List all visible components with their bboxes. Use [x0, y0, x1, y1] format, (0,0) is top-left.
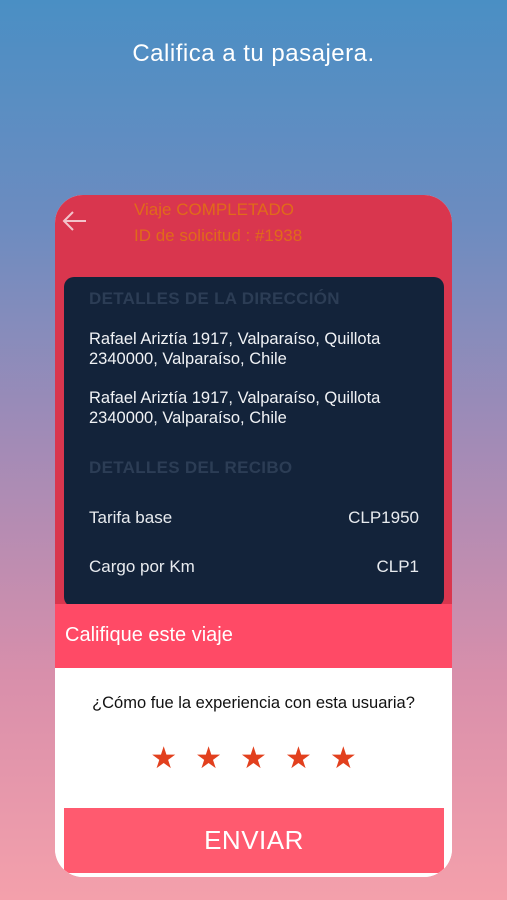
- arrow-left-icon[interactable]: [61, 209, 89, 233]
- star-icon[interactable]: ★: [240, 744, 267, 774]
- star-icon[interactable]: ★: [150, 744, 177, 774]
- address-section-title: DETALLES DE LA DIRECCIÓN: [89, 289, 340, 308]
- per-km-value: CLP1: [376, 557, 419, 576]
- rating-title: Califique este viaje: [65, 624, 233, 646]
- pickup-address: Rafael Ariztía 1917, Valparaíso, Quillot…: [89, 330, 381, 368]
- dropoff-address: Rafael Ariztía 1917, Valparaíso, Quillot…: [89, 389, 381, 427]
- trip-info: Viaje COMPLETADO ID de solicitud : #1938: [134, 197, 302, 249]
- submit-button[interactable]: ENVIAR: [64, 808, 444, 873]
- page-headline: Califica a tu pasajera.: [132, 40, 375, 67]
- trip-details-card: DETALLES DE LA DIRECCIÓN Rafael Ariztía …: [64, 277, 444, 607]
- trip-status: Viaje COMPLETADO: [134, 200, 294, 219]
- base-fare-label: Tarifa base: [89, 508, 173, 527]
- trip-screen: Viaje COMPLETADO ID de solicitud : #1938…: [55, 195, 452, 877]
- per-km-label: Cargo por Km: [89, 557, 195, 576]
- star-icon[interactable]: ★: [285, 744, 312, 774]
- star-rating: ★ ★ ★ ★ ★: [55, 744, 452, 774]
- rating-dialog: Califique este viaje ¿Cómo fue la experi…: [55, 604, 452, 877]
- rating-title-bar: Califique este viaje: [55, 604, 452, 668]
- trip-header: Viaje COMPLETADO ID de solicitud : #1938…: [55, 195, 452, 615]
- star-icon[interactable]: ★: [195, 744, 222, 774]
- request-id: ID de solicitud : #1938: [134, 226, 303, 245]
- base-fare-value: CLP1950: [348, 508, 419, 527]
- rating-question: ¿Cómo fue la experiencia con esta usuari…: [92, 694, 415, 712]
- receipt-section-title: DETALLES DEL RECIBO: [89, 458, 293, 477]
- star-icon[interactable]: ★: [330, 744, 357, 774]
